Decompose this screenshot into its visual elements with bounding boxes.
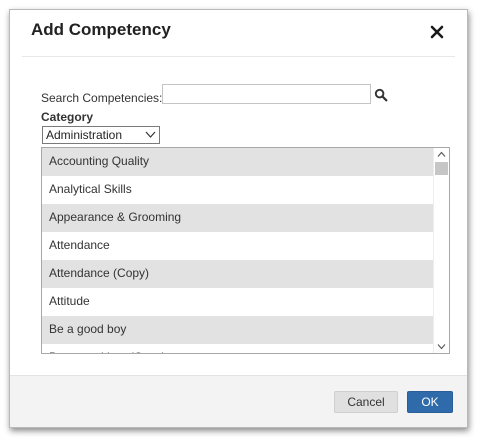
list-item[interactable]: Accounting Quality	[42, 148, 433, 176]
list-scrollbar[interactable]	[433, 148, 449, 353]
ok-button[interactable]: OK	[407, 391, 453, 413]
header-divider	[22, 56, 455, 57]
close-button[interactable]	[426, 21, 448, 43]
category-selected-value: Administration	[46, 128, 123, 142]
category-label: Category	[41, 110, 94, 124]
close-icon	[430, 25, 444, 39]
search-icon	[374, 88, 388, 102]
list-item[interactable]: Appearance & Grooming	[42, 204, 433, 232]
scroll-up-arrow-icon[interactable]	[437, 151, 446, 158]
dialog-footer: Cancel OK	[10, 375, 467, 427]
search-input[interactable]	[162, 84, 371, 104]
list-item[interactable]: Analytical Skills	[42, 176, 433, 204]
list-item[interactable]: Attitude	[42, 288, 433, 316]
chevron-down-icon	[145, 131, 156, 138]
dialog-title: Add Competency	[31, 20, 171, 39]
add-competency-dialog: Add Competency Search Competencies: Cate…	[9, 9, 468, 428]
scroll-down-arrow-icon[interactable]	[437, 343, 446, 350]
competency-list[interactable]: Accounting Quality Analytical Skills App…	[41, 147, 450, 354]
list-item[interactable]: Be a good boy (Copy)	[42, 344, 433, 353]
cancel-button[interactable]: Cancel	[334, 391, 398, 413]
competency-list-items: Accounting Quality Analytical Skills App…	[42, 148, 433, 353]
category-select[interactable]: Administration	[42, 126, 160, 144]
search-button[interactable]	[374, 88, 388, 102]
scroll-thumb[interactable]	[435, 162, 448, 175]
search-label: Search Competencies:	[41, 91, 163, 105]
list-item[interactable]: Attendance	[42, 232, 433, 260]
list-item[interactable]: Be a good boy	[42, 316, 433, 344]
list-item[interactable]: Attendance (Copy)	[42, 260, 433, 288]
